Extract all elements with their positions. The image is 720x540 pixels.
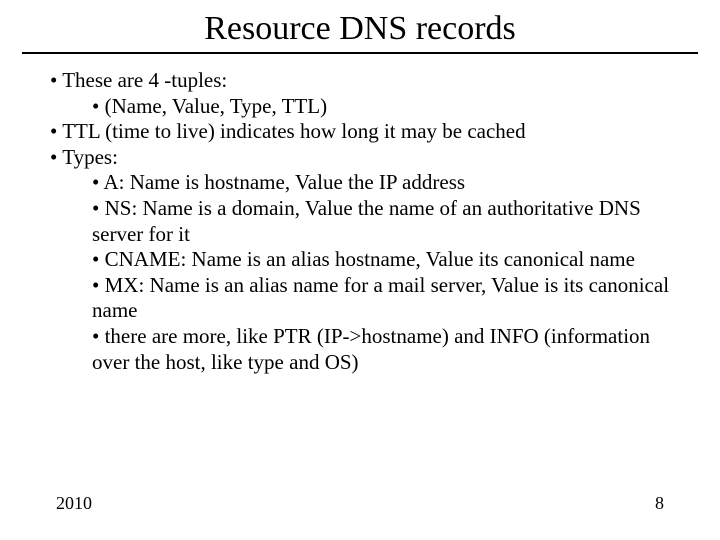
slide-footer: 2010 8 xyxy=(0,493,720,514)
slide-body: • These are 4 -tuples: • (Name, Value, T… xyxy=(0,54,720,375)
bullet-item: • CNAME: Name is an alias hostname, Valu… xyxy=(92,247,670,273)
bullet-item: • A: Name is hostname, Value the IP addr… xyxy=(92,170,670,196)
bullet-item: • Types: xyxy=(50,145,670,171)
bullet-item: • (Name, Value, Type, TTL) xyxy=(92,94,670,120)
bullet-item: • NS: Name is a domain, Value the name o… xyxy=(92,196,670,247)
slide: Resource DNS records • These are 4 -tupl… xyxy=(0,0,720,540)
footer-year: 2010 xyxy=(56,493,92,514)
bullet-item: • These are 4 -tuples: xyxy=(50,68,670,94)
slide-title: Resource DNS records xyxy=(0,0,720,52)
footer-page-number: 8 xyxy=(655,493,664,514)
bullet-item: • MX: Name is an alias name for a mail s… xyxy=(92,273,670,324)
bullet-item: • TTL (time to live) indicates how long … xyxy=(50,119,670,145)
bullet-item: • there are more, like PTR (IP->hostname… xyxy=(92,324,670,375)
